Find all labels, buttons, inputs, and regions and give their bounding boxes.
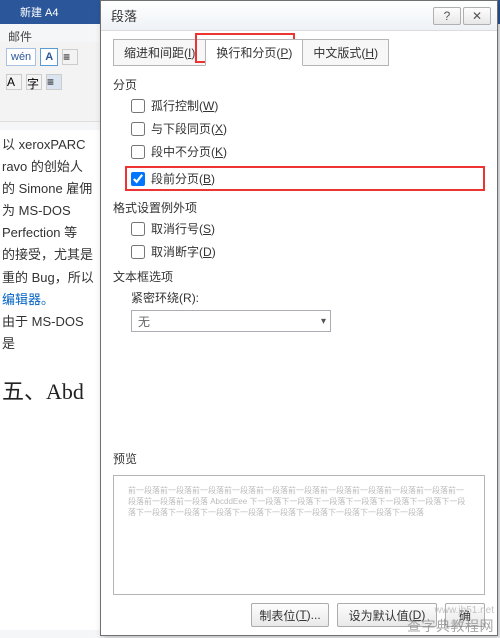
align-icon[interactable]: ≡ [46, 74, 62, 90]
section-preview: 预览 [113, 450, 485, 467]
help-button[interactable]: ? [433, 7, 461, 25]
checkbox-input[interactable] [131, 99, 145, 113]
checkbox-page-break-before[interactable]: 段前分页(B) [131, 170, 477, 187]
tab-line-page-breaks[interactable]: 换行和分页(P) [205, 39, 303, 66]
doc-line: 以 xeroxPARC [2, 134, 98, 156]
checkbox-input[interactable] [131, 245, 145, 259]
checkbox-suppress-line-numbers[interactable]: 取消行号(S) [131, 220, 485, 237]
checkbox-input[interactable] [131, 172, 145, 186]
set-default-button[interactable]: 设为默认值(D) [337, 603, 437, 627]
tight-wrap-dropdown[interactable]: 无 ▾ [131, 310, 331, 332]
checkbox-input[interactable] [131, 145, 145, 159]
section-textbox-options: 文本框选项 [113, 268, 485, 285]
phonetic-guide-button[interactable]: wén [6, 48, 36, 66]
watermark-url: www.jb51.net [435, 605, 494, 616]
dialog-titlebar: 段落 ? ✕ [101, 1, 497, 31]
dropdown-value: 无 [138, 313, 150, 330]
highlight-annotation: 段前分页(B) [125, 166, 485, 191]
doc-line: 重的 Bug，所以 [2, 267, 98, 289]
checkbox-input[interactable] [131, 222, 145, 236]
doc-title: 新建 A4 [20, 4, 59, 20]
tight-wrap-label: 紧密环绕(R): [113, 289, 485, 306]
doc-heading: 五、Abd [2, 373, 98, 410]
section-format-exceptions: 格式设置例外项 [113, 199, 485, 216]
section-pagination: 分页 [113, 76, 485, 93]
doc-line: ravo 的创始人 [2, 156, 98, 178]
tabs-button[interactable]: 制表位(T)... [251, 603, 329, 627]
preview-box: 前一段落前一段落前一段落前一段落前一段落前一段落前一段落前一段落前一段落前一段落… [113, 475, 485, 595]
checkbox-keep-with-next[interactable]: 与下段同页(X) [131, 120, 485, 137]
checkbox-no-hyphenation[interactable]: 取消断字(D) [131, 243, 485, 260]
checkbox-widow-orphan[interactable]: 孤行控制(W) [131, 97, 485, 114]
doc-line: Perfection 等 [2, 222, 98, 244]
tab-indent-spacing[interactable]: 缩进和间距(I) [113, 39, 206, 66]
highlight-icon[interactable]: A [6, 74, 22, 90]
enclose-char-icon[interactable]: 字 [26, 74, 42, 90]
doc-line: 为 MS-DOS [2, 200, 98, 222]
dialog-tabs: 缩进和间距(I) 换行和分页(P) 中文版式(H) [113, 39, 485, 66]
doc-line: 由于 MS-DOS 是 [2, 311, 98, 355]
document-body: 以 xeroxPARC ravo 的创始人 的 Simone 雇佣 为 MS-D… [0, 130, 100, 630]
doc-line: 的接受，尤其是 [2, 244, 98, 266]
bullets-icon[interactable]: ≡ [62, 49, 78, 65]
char-border-button[interactable]: A [40, 48, 58, 66]
close-button[interactable]: ✕ [463, 7, 491, 25]
doc-line: 的 Simone 雇佣 [2, 178, 98, 200]
tab-asian-typography[interactable]: 中文版式(H) [302, 39, 389, 66]
dialog-title: 段落 [111, 6, 137, 25]
paragraph-dialog: 段落 ? ✕ 缩进和间距(I) 换行和分页(P) 中文版式(H) 分页 孤行控制… [100, 0, 498, 636]
doc-line: 编辑器。 [2, 289, 98, 311]
checkbox-keep-lines-together[interactable]: 段中不分页(K) [131, 143, 485, 160]
ribbon-body: wén A ≡ A 字 ≡ [0, 42, 100, 122]
checkbox-input[interactable] [131, 122, 145, 136]
chevron-down-icon: ▾ [321, 316, 326, 327]
